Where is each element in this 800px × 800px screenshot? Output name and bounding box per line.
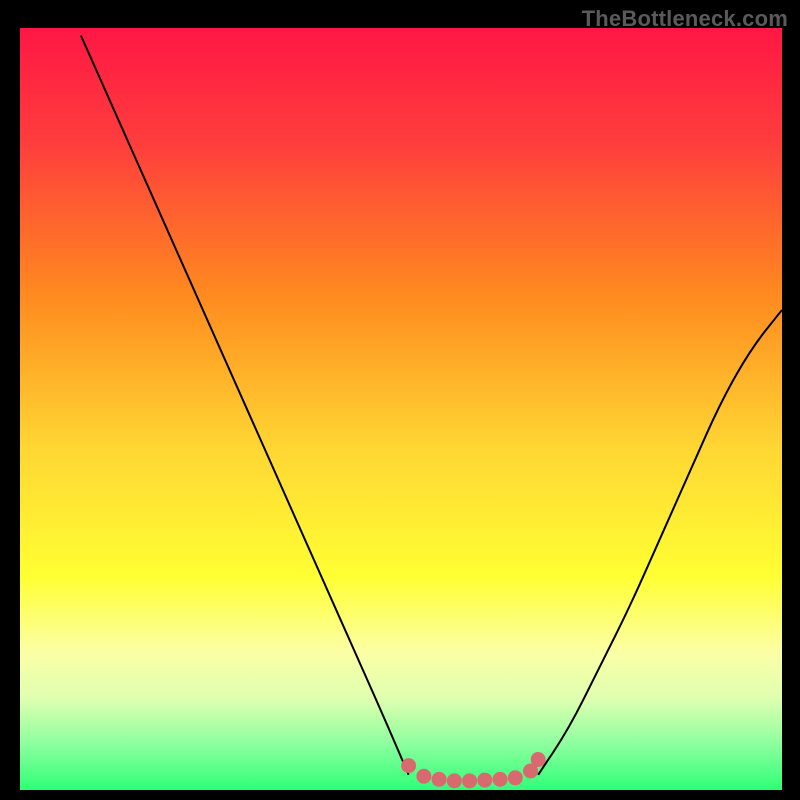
bottleneck-marker-dot <box>432 772 447 787</box>
bottleneck-marker-dot <box>493 772 508 787</box>
chart-background <box>20 28 782 790</box>
bottleneck-marker-dot <box>447 773 462 788</box>
bottleneck-marker-dot <box>508 770 523 785</box>
bottleneck-marker-dot <box>477 773 492 788</box>
chart-plot <box>20 28 782 790</box>
marker-end-dot <box>533 755 543 765</box>
watermark-label: TheBottleneck.com <box>582 6 788 32</box>
bottleneck-marker-dot <box>416 769 431 784</box>
bottleneck-marker-dot <box>401 758 416 773</box>
chart-frame: TheBottleneck.com <box>0 0 800 800</box>
bottleneck-marker-dot <box>462 773 477 788</box>
